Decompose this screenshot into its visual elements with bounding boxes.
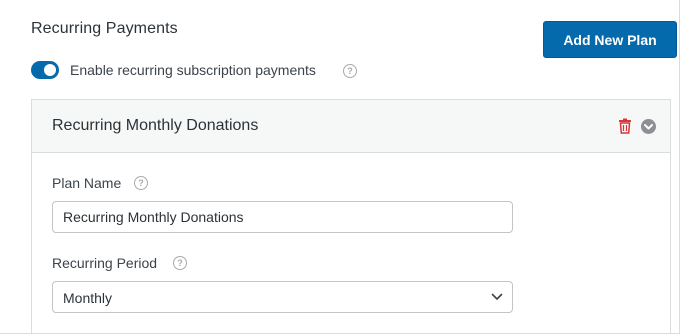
plan-card: Recurring Monthly Donations Plan Name ? … <box>31 99 671 333</box>
plan-header-title: Recurring Monthly Donations <box>52 117 259 134</box>
add-new-plan-button[interactable]: Add New Plan <box>543 21 677 58</box>
chevron-down-icon <box>491 293 503 300</box>
toggle-knob <box>44 64 56 76</box>
trash-icon[interactable] <box>618 118 632 134</box>
recurring-toggle[interactable] <box>31 61 59 79</box>
recurring-period-value: Monthly <box>63 290 113 306</box>
help-icon[interactable]: ? <box>173 256 187 270</box>
chevron-circle-icon[interactable] <box>641 119 656 134</box>
recurring-period-label: Recurring Period <box>52 255 158 271</box>
plan-name-label: Plan Name <box>52 175 122 191</box>
recurring-payments-panel: Recurring Payments Add New Plan Enable r… <box>0 0 680 334</box>
toggle-label: Enable recurring subscription payments <box>70 62 316 78</box>
plan-name-input[interactable] <box>52 201 513 233</box>
plan-header[interactable]: Recurring Monthly Donations <box>32 100 670 153</box>
help-icon[interactable]: ? <box>343 64 357 78</box>
help-icon[interactable]: ? <box>134 176 148 190</box>
recurring-period-select[interactable]: Monthly <box>52 281 513 313</box>
section-title: Recurring Payments <box>31 20 178 37</box>
